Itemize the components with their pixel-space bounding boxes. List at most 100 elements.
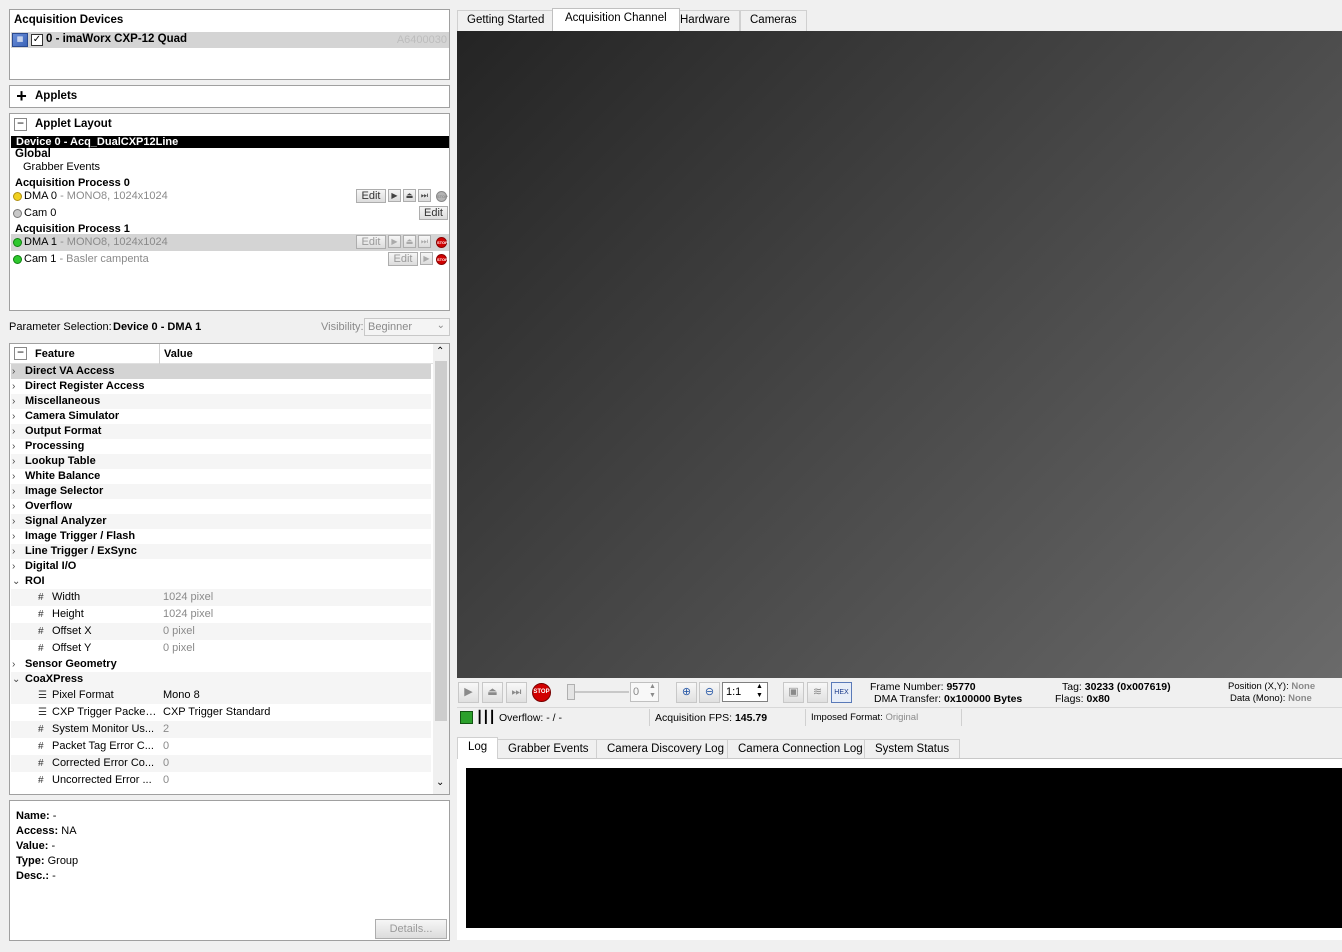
- expand-plus-icon[interactable]: +: [14, 87, 29, 105]
- tab-getting-started[interactable]: Getting Started: [457, 10, 555, 31]
- hex-toggle-button[interactable]: HEX: [831, 682, 852, 703]
- dma0-edit-button[interactable]: Edit: [356, 189, 386, 203]
- tree-scrollbar[interactable]: ⌃ ⌄: [433, 344, 449, 794]
- image-viewer[interactable]: [457, 31, 1342, 678]
- feature-column-header[interactable]: Feature: [35, 348, 75, 360]
- param-value[interactable]: 0: [163, 755, 169, 772]
- dma0-stop-icon[interactable]: STOP: [436, 191, 448, 202]
- dma0-row[interactable]: DMA 0 - MONO8, 1024x1024 Edit ▶ ⏏ ⏭ STOP: [11, 188, 449, 204]
- tab-grabber-events[interactable]: Grabber Events: [497, 739, 600, 759]
- layers-icon[interactable]: ≋: [807, 682, 828, 703]
- tree-group-row[interactable]: › Processing: [11, 439, 431, 454]
- scroll-down-icon[interactable]: ⌄: [436, 777, 444, 788]
- device-header[interactable]: Device 0 - Acq_DualCXP12Line: [11, 136, 449, 148]
- tab-system-status[interactable]: System Status: [864, 739, 961, 759]
- dma0-next-icon[interactable]: ⏭: [418, 189, 431, 202]
- tree-group-row[interactable]: › Direct VA Access: [11, 364, 431, 379]
- dma1-play-icon[interactable]: ▶: [388, 235, 401, 248]
- tree-group-row[interactable]: › Miscellaneous: [11, 394, 431, 409]
- tree-group-row[interactable]: › Image Trigger / Flash: [11, 529, 431, 544]
- tree-group-coaxpress[interactable]: ⌄ CoaXPress: [11, 672, 431, 687]
- param-row[interactable]: # Offset X 0 pixel: [11, 623, 431, 640]
- tab-cameras[interactable]: Cameras: [740, 10, 807, 31]
- collapse-all-icon[interactable]: −: [14, 346, 27, 360]
- tree-group-row[interactable]: › Signal Analyzer: [11, 514, 431, 529]
- dma1-step-icon[interactable]: ⏏: [403, 235, 416, 248]
- zoom-out-icon[interactable]: ⊖: [699, 682, 720, 703]
- tree-group-row[interactable]: › Lookup Table: [11, 454, 431, 469]
- cam1-play-icon[interactable]: ▶: [420, 252, 433, 265]
- cam0-row[interactable]: Cam 0 Edit: [11, 205, 449, 221]
- param-row[interactable]: # Uncorrected Error ... 0: [11, 772, 431, 789]
- spin-arrows-icon[interactable]: ▲ ▼: [649, 682, 656, 700]
- param-row[interactable]: ☰ Pixel Format Mono 8: [11, 687, 431, 704]
- param-row[interactable]: # Corrected Error Co... 0: [11, 755, 431, 772]
- status-green-icon: [13, 238, 22, 247]
- tree-group-row[interactable]: › Output Format: [11, 424, 431, 439]
- tab-camera-connection-log[interactable]: Camera Connection Log: [727, 739, 874, 759]
- next-frame-icon[interactable]: ⏭: [506, 682, 527, 703]
- tree-group-row[interactable]: › Line Trigger / ExSync: [11, 544, 431, 559]
- zoom-spinbox[interactable]: 1:1 ▲ ▼: [722, 682, 768, 702]
- tree-group-sensor-geometry[interactable]: › Sensor Geometry: [11, 657, 431, 672]
- param-value[interactable]: 1024 pixel: [163, 589, 213, 606]
- stop-icon[interactable]: STOP: [532, 683, 551, 702]
- param-row[interactable]: # Width 1024 pixel: [11, 589, 431, 606]
- visibility-select[interactable]: Beginner ⌄: [364, 318, 450, 336]
- param-row[interactable]: # System Monitor Us... 2: [11, 721, 431, 738]
- tab-log[interactable]: Log: [457, 737, 499, 759]
- param-value[interactable]: 0 pixel: [163, 640, 195, 657]
- frame-slider[interactable]: [567, 682, 629, 702]
- dma1-edit-button[interactable]: Edit: [356, 235, 386, 249]
- device-checkbox[interactable]: ✓: [31, 34, 43, 46]
- device-row[interactable]: ▦ ✓ 0 - imaWorx CXP-12 Quad A6400030: [11, 32, 449, 48]
- tree-group-row[interactable]: › White Balance: [11, 469, 431, 484]
- collapse-minus-icon[interactable]: −: [14, 117, 27, 131]
- cam1-row[interactable]: Cam 1 - Basler campenta Edit ▶ STOP: [11, 251, 449, 267]
- cam1-stop-icon[interactable]: STOP: [436, 254, 448, 265]
- param-value[interactable]: Mono 8: [163, 687, 200, 704]
- param-row[interactable]: # Offset Y 0 pixel: [11, 640, 431, 657]
- scroll-thumb[interactable]: [435, 361, 447, 721]
- value-column-header[interactable]: Value: [164, 348, 193, 360]
- tree-group-roi[interactable]: ⌄ ROI: [11, 574, 431, 589]
- frame-spinbox[interactable]: 0 ▲ ▼: [630, 682, 659, 702]
- cam0-edit-button[interactable]: Edit: [419, 206, 448, 220]
- applets-panel[interactable]: + Applets: [9, 85, 450, 108]
- tree-group-row[interactable]: › Direct Register Access: [11, 379, 431, 394]
- zoom-arrows-icon[interactable]: ▲ ▼: [756, 682, 763, 700]
- dma1-row[interactable]: DMA 1 - MONO8, 1024x1024 Edit ▶ ⏏ ⏭ STOP: [11, 234, 449, 251]
- tab-hardware[interactable]: Hardware: [670, 10, 740, 31]
- tree-group-row[interactable]: › Digital I/O: [11, 559, 431, 574]
- param-value[interactable]: 0 pixel: [163, 623, 195, 640]
- param-name: Pixel Format: [52, 689, 114, 701]
- tab-camera-discovery-log[interactable]: Camera Discovery Log: [596, 739, 735, 759]
- param-row[interactable]: ☰ CXP Trigger Packet ... CXP Trigger Stand…: [11, 704, 431, 721]
- dma1-next-icon[interactable]: ⏭: [418, 235, 431, 248]
- tree-group-row[interactable]: › Image Selector: [11, 484, 431, 499]
- tab-acquisition-channel[interactable]: Acquisition Channel: [552, 8, 680, 31]
- tree-group-row[interactable]: › Overflow: [11, 499, 431, 514]
- log-console[interactable]: [466, 768, 1342, 928]
- scroll-up-icon[interactable]: ⌃: [436, 346, 444, 357]
- param-value[interactable]: 0: [163, 738, 169, 755]
- step-icon[interactable]: ⏏: [482, 682, 503, 703]
- param-value[interactable]: 0: [163, 772, 169, 789]
- grabber-events-item[interactable]: Grabber Events: [23, 161, 100, 173]
- param-value[interactable]: CXP Trigger Standard: [163, 704, 270, 721]
- play-icon[interactable]: ▶: [458, 682, 479, 703]
- tree-group-row[interactable]: › Camera Simulator: [11, 409, 431, 424]
- value-value: -: [51, 840, 56, 852]
- save-image-icon[interactable]: ▣: [783, 682, 804, 703]
- slider-thumb[interactable]: [567, 684, 575, 700]
- dma0-play-icon[interactable]: ▶: [388, 189, 401, 202]
- dma1-stop-icon[interactable]: STOP: [436, 237, 448, 248]
- dma0-step-icon[interactable]: ⏏: [403, 189, 416, 202]
- param-value[interactable]: 2: [163, 721, 169, 738]
- param-row[interactable]: # Packet Tag Error C... 0: [11, 738, 431, 755]
- details-button[interactable]: Details...: [375, 919, 447, 939]
- param-row[interactable]: # Height 1024 pixel: [11, 606, 431, 623]
- cam1-edit-button[interactable]: Edit: [388, 252, 418, 266]
- zoom-in-icon[interactable]: ⊕: [676, 682, 697, 703]
- param-value[interactable]: 1024 pixel: [163, 606, 213, 623]
